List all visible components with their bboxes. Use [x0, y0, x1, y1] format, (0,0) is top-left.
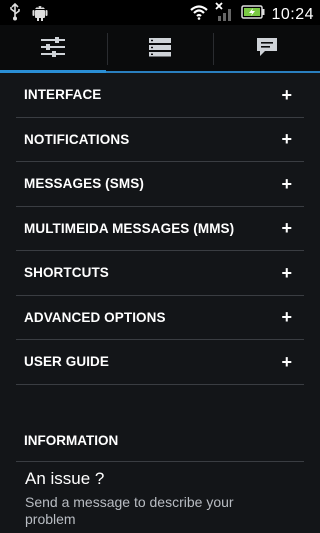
section-label: ADVANCED OPTIONS: [24, 309, 166, 325]
section-label: NOTIFICATIONS: [24, 131, 130, 147]
section-messages-sms[interactable]: MESSAGES (SMS) +: [16, 162, 304, 207]
tab-settings[interactable]: [0, 25, 107, 73]
expand-icon[interactable]: +: [281, 175, 292, 193]
tab-list[interactable]: [106, 25, 214, 73]
usb-icon: [8, 2, 22, 26]
expand-icon[interactable]: +: [281, 264, 292, 282]
section-label: USER GUIDE: [24, 354, 110, 370]
section-notifications[interactable]: NOTIFICATIONS +: [16, 118, 304, 162]
android-debug-icon: [32, 3, 48, 26]
list-icon: [148, 37, 172, 62]
expand-icon[interactable]: +: [281, 308, 292, 326]
information-header: INFORMATION: [16, 420, 304, 462]
expand-icon[interactable]: +: [281, 86, 292, 104]
section-shortcuts[interactable]: SHORTCUTS +: [16, 251, 304, 296]
chat-bubble-icon: [255, 36, 279, 63]
status-bar: 10:24: [0, 0, 320, 25]
section-interface[interactable]: INTERFACE +: [16, 73, 304, 118]
section-messages-mms[interactable]: MULTIMEIDA MESSAGES (MMS) +: [16, 207, 304, 251]
clock: 10:24: [271, 5, 314, 23]
information-title: INFORMATION: [24, 433, 119, 448]
tab-bar: [0, 25, 320, 73]
settings-section-list: INTERFACE + NOTIFICATIONS + MESSAGES (SM…: [16, 73, 304, 385]
section-label: MESSAGES (SMS): [24, 176, 144, 192]
no-signal-icon: [215, 2, 235, 27]
section-advanced-options[interactable]: ADVANCED OPTIONS +: [16, 296, 304, 340]
sliders-icon: [40, 36, 66, 63]
section-label: INTERFACE: [24, 87, 102, 103]
section-label: SHORTCUTS: [24, 265, 109, 281]
section-label: MULTIMEIDA MESSAGES (MMS): [24, 220, 235, 236]
tab-messages[interactable]: [213, 25, 320, 73]
expand-icon[interactable]: +: [281, 353, 292, 371]
wifi-icon: [189, 4, 209, 25]
battery-charging-icon: [241, 5, 265, 24]
issue-description[interactable]: Send a message to describe your problem: [25, 494, 285, 528]
issue-title[interactable]: An issue ?: [25, 469, 104, 489]
expand-icon[interactable]: +: [281, 219, 292, 237]
expand-icon[interactable]: +: [281, 130, 292, 148]
section-user-guide[interactable]: USER GUIDE +: [16, 340, 304, 385]
